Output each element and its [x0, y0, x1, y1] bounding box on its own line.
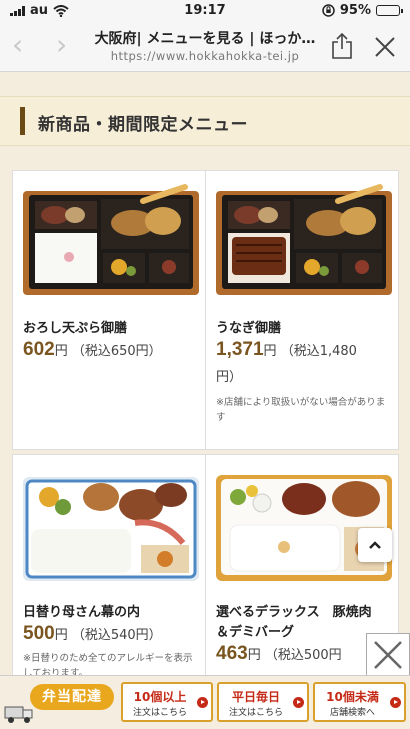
price-tax-included: （税込500円	[264, 648, 342, 663]
bento-delivery-badge[interactable]: 弁当配達	[0, 682, 118, 724]
banner-item-title: 平日毎日	[231, 690, 280, 704]
close-icon[interactable]	[374, 36, 396, 58]
price-yen: 円	[54, 628, 68, 643]
price-yen: 円	[247, 648, 261, 663]
banner-item-title: 10個未満	[326, 690, 379, 704]
bento-delivery-label[interactable]: 弁当配達	[30, 684, 114, 710]
back-arrow-icon[interactable]: ‹	[12, 30, 23, 60]
price-tax-included-continued: 円）	[216, 370, 243, 385]
bento-photo	[216, 184, 392, 295]
bento-photo	[216, 475, 392, 581]
orientation-lock-icon	[322, 4, 335, 17]
price-tax-included: （税込540円）	[71, 628, 162, 643]
banner-item-subtitle: 店舗検索へ	[329, 708, 375, 718]
status-right: 95%	[322, 3, 403, 18]
bento-photo	[23, 477, 199, 581]
price-tax-included: （税込650円）	[71, 344, 162, 359]
price-value: 1,371	[216, 339, 264, 360]
share-icon[interactable]	[330, 32, 354, 60]
price-yen: 円	[263, 344, 277, 359]
battery-icon	[376, 5, 403, 16]
product-name[interactable]: 選べるデラックス 豚焼肉	[216, 601, 372, 620]
status-bar: au 19:17 95%	[0, 0, 410, 22]
scroll-to-top-button[interactable]	[358, 528, 392, 562]
product-price: 463円 （税込500円	[216, 643, 342, 667]
delivery-truck-icon	[4, 706, 33, 723]
section-title: 新商品・期間限定メニュー	[38, 115, 248, 135]
product-price: 500円 （税込540円）	[23, 623, 162, 647]
forward-arrow-icon[interactable]: ›	[56, 30, 67, 60]
battery-percent: 95%	[339, 3, 371, 18]
arrow-right-icon	[390, 697, 401, 708]
banner-close-button[interactable]	[366, 633, 410, 677]
arrow-right-icon	[293, 697, 304, 708]
product-name-continued[interactable]: ＆デミバーグ	[216, 621, 294, 640]
arrow-right-icon	[197, 697, 208, 708]
bottom-banner: 弁当配達 10個以上 注文はこちら 平日毎日 注文はこちら 10個未満 店舗検索…	[0, 675, 410, 729]
banner-item-subtitle: 注文はこちら	[132, 708, 187, 718]
section-accent-bar	[20, 107, 25, 135]
bento-photo	[23, 184, 199, 295]
order-weekday-button[interactable]: 平日毎日 注文はこちら	[217, 682, 309, 722]
price-value: 602	[23, 339, 55, 360]
product-name[interactable]: 日替り母さん幕の内	[23, 601, 140, 620]
chevron-up-icon	[369, 541, 381, 549]
product-card[interactable]: 日替り母さん幕の内 500円 （税込540円） ※日替りのため全てのアレルギーを…	[12, 454, 206, 694]
price-value: 500	[23, 623, 55, 644]
product-name[interactable]: うなぎ御膳	[216, 317, 281, 336]
page-title: 大阪府| メニューを見る | ほっか…	[94, 31, 316, 47]
product-price: 1,371円 （税込1,480	[216, 339, 357, 363]
product-card[interactable]: うなぎ御膳 1,371円 （税込1,480 円） ※店舗により取扱いがない場合が…	[205, 170, 399, 450]
product-price: 602円 （税込650円）	[23, 339, 162, 363]
price-tax-included: （税込1,480	[280, 344, 357, 359]
section-header: 新商品・期間限定メニュー	[0, 96, 410, 146]
product-card[interactable]: おろし天ぷら御膳 602円 （税込650円）	[12, 170, 206, 450]
banner-item-subtitle: 注文はこちら	[228, 708, 283, 718]
product-name[interactable]: おろし天ぷら御膳	[23, 317, 127, 336]
store-search-button[interactable]: 10個未満 店舗検索へ	[313, 682, 406, 722]
order-10-plus-button[interactable]: 10個以上 注文はこちら	[121, 682, 213, 722]
browser-nav-bar: ‹ › 大阪府| メニューを見る | ほっか… https://www.hokk…	[0, 22, 410, 72]
close-icon	[374, 641, 402, 669]
price-yen: 円	[54, 344, 68, 359]
banner-item-title: 10個以上	[133, 690, 187, 704]
page-url[interactable]: https://www.hokkahokka-tei.jp	[92, 49, 318, 63]
product-note: ※店舗により取扱いがない場合があります	[216, 397, 386, 423]
price-value: 463	[216, 643, 248, 664]
